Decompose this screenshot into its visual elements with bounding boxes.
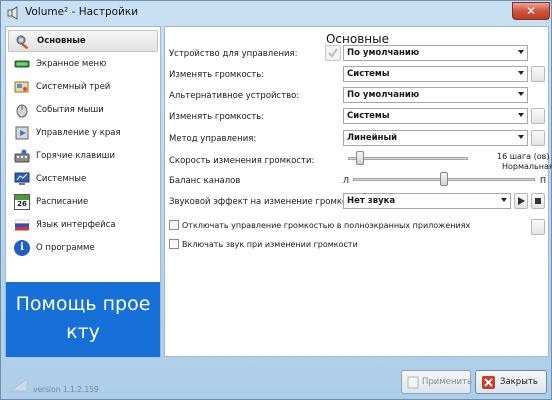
close-icon: ✕ [525, 4, 537, 18]
apply-button[interactable]: Применить [401, 370, 472, 394]
window-close-button[interactable]: ✕ [512, 2, 550, 20]
page-title: Основные [325, 32, 389, 46]
checkmark-icon [328, 48, 338, 58]
sidebar-item-label: Язык интерфейса [36, 220, 116, 230]
stop-sound-button[interactable] [531, 193, 545, 209]
speed-readout: 16 шага (ов) [497, 152, 550, 161]
info-icon: i [14, 240, 30, 256]
sound-effect-select[interactable]: Нет звука [343, 193, 511, 209]
chevron-down-icon [518, 92, 524, 96]
chevron-down-icon [518, 135, 524, 139]
help-banner-text: Помощь прое кту [15, 293, 151, 343]
app-picker-2-button[interactable] [531, 108, 545, 124]
sidebar: Основные Экранное меню Системный трей Со… [5, 26, 161, 357]
tray-icon [14, 81, 29, 93]
language-flag-icon [14, 219, 30, 231]
balance-right-label: П [540, 176, 547, 185]
sidebar-item-label: Основные [37, 36, 86, 46]
sidebar-item-osd[interactable]: Экранное меню [8, 53, 158, 75]
sidebar-item-label: Системные [36, 174, 87, 184]
speed-slider-track[interactable] [348, 157, 468, 160]
chevron-down-icon [518, 71, 524, 75]
osd-bar-icon [14, 60, 30, 68]
change-volume-value: Системы [347, 69, 390, 79]
settings-panel: Основные Устройство для управления: По у… [164, 26, 552, 357]
fullscreen-disable-label: Отключать управление громкостью в полноэ… [182, 221, 471, 230]
sidebar-item-label: События мыши [36, 105, 104, 115]
close-red-x-icon [482, 376, 495, 389]
sidebar-item-label: О программе [36, 243, 95, 253]
method-settings-button[interactable] [531, 130, 545, 146]
sound-effect-value: Нет звука [347, 196, 396, 206]
app-speaker-icon [7, 6, 18, 20]
calendar-day-text: 26 [17, 200, 27, 208]
chevron-down-icon [518, 50, 524, 54]
info-glyph: i [20, 242, 24, 253]
sidebar-item-edge-control[interactable]: Управление у края [8, 122, 158, 144]
change-volume-2-value: Системы [347, 111, 390, 121]
title-bar: Volume² - Настройки ✕ [1, 1, 551, 25]
sidebar-item-language[interactable]: Язык интерфейса [8, 214, 158, 236]
system-icon [14, 172, 30, 185]
change-volume-2-label: Изменять громкость: [169, 112, 265, 122]
method-select[interactable]: Линейный [343, 130, 528, 146]
balance-left-label: Л [343, 176, 350, 185]
device-select-value: По умолчанию [347, 48, 420, 58]
sidebar-item-label: Горячие клавиши [36, 151, 115, 161]
alt-device-label: Альтернативное устройство: [169, 91, 300, 101]
device-check-button[interactable] [325, 45, 341, 61]
device-label: Устройство для управления: [169, 49, 298, 59]
balance-slider-thumb[interactable] [440, 172, 448, 186]
sidebar-item-mouse[interactable]: События мыши [8, 99, 158, 121]
apply-label: Применить [422, 377, 472, 387]
sound-on-change-checkbox[interactable] [169, 239, 179, 249]
help-project-banner[interactable]: Помощь прое кту [6, 282, 160, 357]
sidebar-item-label: Системный трей [36, 82, 111, 92]
alt-device-value: По умолчанию [347, 90, 420, 100]
sidebar-item-label: Экранное меню [36, 59, 107, 69]
change-volume-select[interactable]: Системы [343, 66, 528, 82]
volume-level-icon [10, 378, 28, 392]
settings-tools-icon [16, 35, 29, 50]
mouse-icon [16, 104, 28, 118]
sidebar-item-label: Управление у края [36, 128, 121, 138]
edge-control-icon [15, 126, 29, 140]
version-label: version 1.1.2.159 [33, 385, 99, 394]
device-select[interactable]: По умолчанию [343, 45, 528, 61]
stop-icon [535, 198, 541, 204]
fullscreen-settings-button[interactable] [531, 219, 545, 235]
balance-label: Баланс каналов [169, 176, 241, 186]
hotkeys-icon [14, 149, 30, 163]
sound-effect-label: Звуковой эффект на изменение громкости: [169, 197, 366, 207]
settings-window: Volume² - Настройки ✕ Основные Экранное … [0, 0, 552, 400]
sidebar-item-tray[interactable]: Системный трей [8, 76, 158, 98]
document-icon [407, 376, 419, 389]
sidebar-item-about[interactable]: i О программе [8, 237, 158, 259]
sidebar-item-general[interactable]: Основные [8, 30, 158, 52]
method-label: Метод управления: [169, 134, 257, 144]
change-volume-label: Изменять громкость: [169, 70, 265, 80]
sidebar-item-system[interactable]: Системные [8, 168, 158, 190]
play-sound-button[interactable] [514, 193, 528, 209]
window-title: Volume² - Настройки [25, 6, 139, 18]
play-icon [518, 197, 525, 205]
speed-slider-thumb[interactable] [356, 151, 364, 165]
calendar-icon: 26 [14, 194, 30, 210]
method-value: Линейный [347, 133, 398, 143]
close-button[interactable]: Закрыть [475, 370, 547, 394]
change-volume-2-select[interactable]: Системы [343, 108, 528, 124]
sidebar-item-schedule[interactable]: 26 Расписание [8, 191, 158, 213]
sound-on-change-label: Включать звук при изменении громкости [182, 240, 358, 249]
speed-readout-mode: Нормальная [502, 162, 552, 171]
chevron-down-icon [501, 198, 507, 202]
fullscreen-disable-checkbox[interactable] [169, 220, 179, 230]
chevron-down-icon [518, 113, 524, 117]
close-label: Закрыть [500, 377, 538, 387]
alt-device-select[interactable]: По умолчанию [343, 87, 528, 103]
sidebar-item-label: Расписание [36, 197, 89, 207]
app-picker-button[interactable] [531, 66, 545, 82]
speed-label: Скорость изменения громкости: [169, 156, 315, 166]
sidebar-item-hotkeys[interactable]: Горячие клавиши [8, 145, 158, 167]
